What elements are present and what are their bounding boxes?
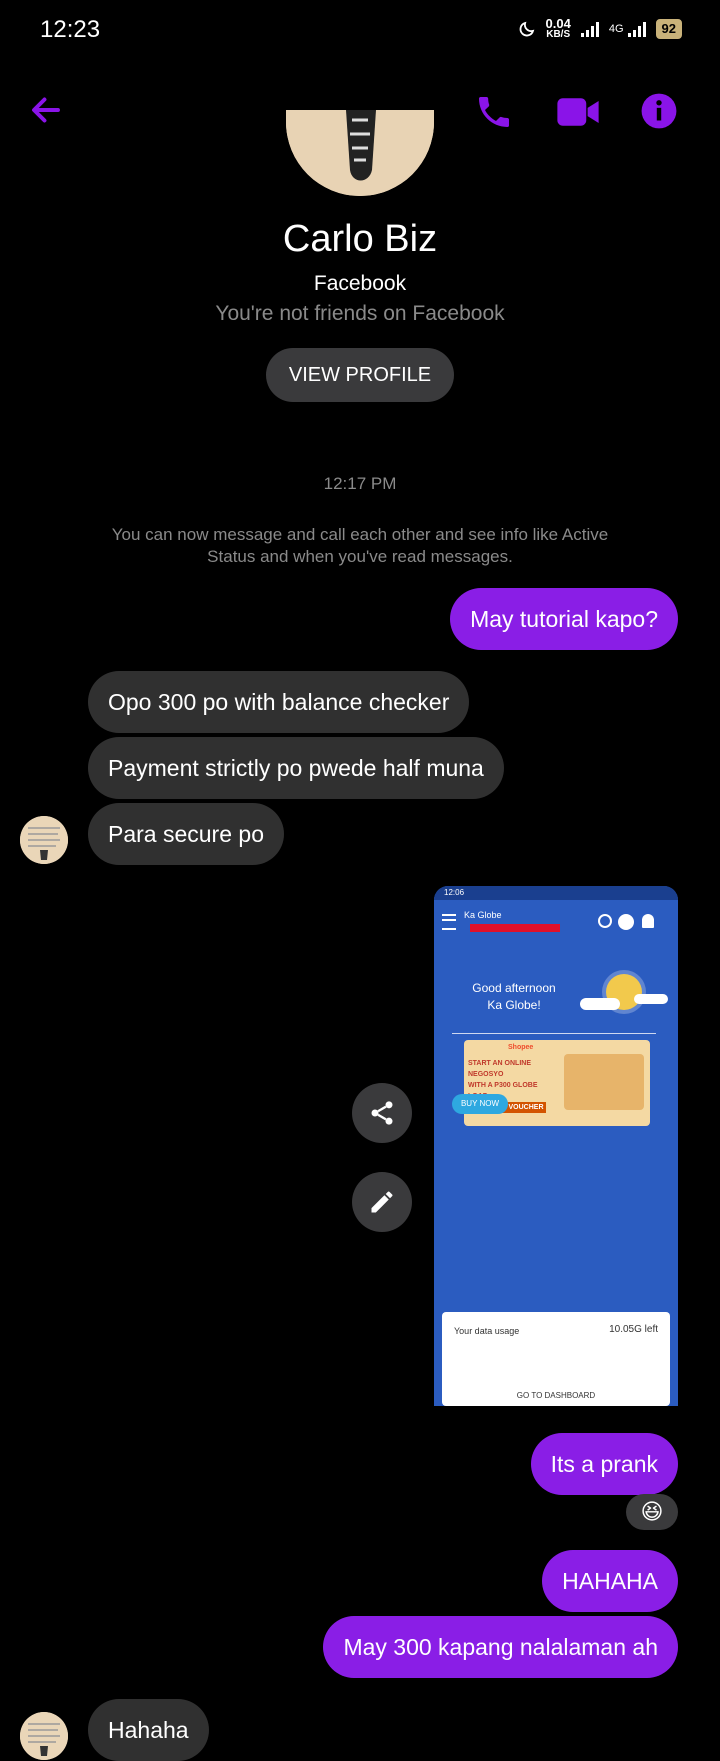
profile-avatar[interactable] [286,110,434,196]
video-camera-icon[interactable] [556,96,600,128]
reaction-badge[interactable]: 😆 [626,1494,678,1530]
bell-icon [642,914,654,928]
image-status-time: 12:06 [434,886,678,900]
net-speed: 0.04 KB/S [545,16,571,40]
menu-icon [442,914,456,930]
message-bubble-sent[interactable]: HAHAHA [542,1550,678,1612]
sender-avatar[interactable] [20,816,68,864]
redacted-bar [470,924,560,932]
image-greeting: Good afternoon Ka Globe! [472,981,556,1012]
buy-now-button[interactable]: BUY NOW [452,1094,508,1114]
message-bubble-received[interactable]: Para secure po [88,803,284,865]
battery-icon: 92 [655,19,682,39]
share-icon [371,1101,393,1125]
cloud-icon [580,998,620,1010]
signal-icon-2 [627,21,646,37]
contact-platform: Facebook [313,272,407,295]
arrow-left-icon[interactable] [28,92,64,128]
view-profile-button[interactable]: VIEW PROFILE [266,348,454,402]
wifi-icon [618,914,634,930]
message-bubble-received[interactable]: Opo 300 po with balance checker [88,671,470,733]
message-bubble-sent[interactable]: May tutorial kapo? [450,588,678,650]
message-bubble-received[interactable]: Hahaha [88,1699,209,1761]
share-button[interactable] [352,1083,412,1143]
contact-name: Carlo Biz [282,218,438,260]
message-bubble-sent[interactable]: Its a prank [530,1433,678,1495]
sender-avatar[interactable] [20,1712,68,1760]
info-icon[interactable] [640,92,678,130]
message-bubble-received[interactable]: Payment strictly po pwede half muna [88,737,504,799]
message-bubble-sent[interactable]: May 300 kapang nalalaman ah [323,1616,678,1678]
network-type: 4G [608,23,624,35]
status-time: 12:23 [40,16,101,43]
cloud-icon [634,994,668,1004]
image-brand: Ka Globe [464,910,502,920]
edit-button[interactable] [352,1172,412,1232]
status-icons: 0.04 KB/S 4G 92 [518,16,682,40]
friend-status: You're not friends on Facebook [215,302,505,325]
pencil-icon [371,1191,393,1213]
phone-icon[interactable] [474,92,514,132]
shared-image[interactable]: 12:06 Ka Globe Good afternoon Ka Globe! S… [434,886,678,1406]
connection-notice: You can now message and call each other … [111,525,609,566]
divider [452,1033,656,1034]
moon-icon [519,21,534,37]
timestamp: 12:17 PM [323,474,397,493]
signal-icon [580,21,599,37]
refresh-icon [598,914,612,928]
usage-card[interactable]: Your data usage 10.05G left GO TO DASHBO… [442,1312,670,1406]
